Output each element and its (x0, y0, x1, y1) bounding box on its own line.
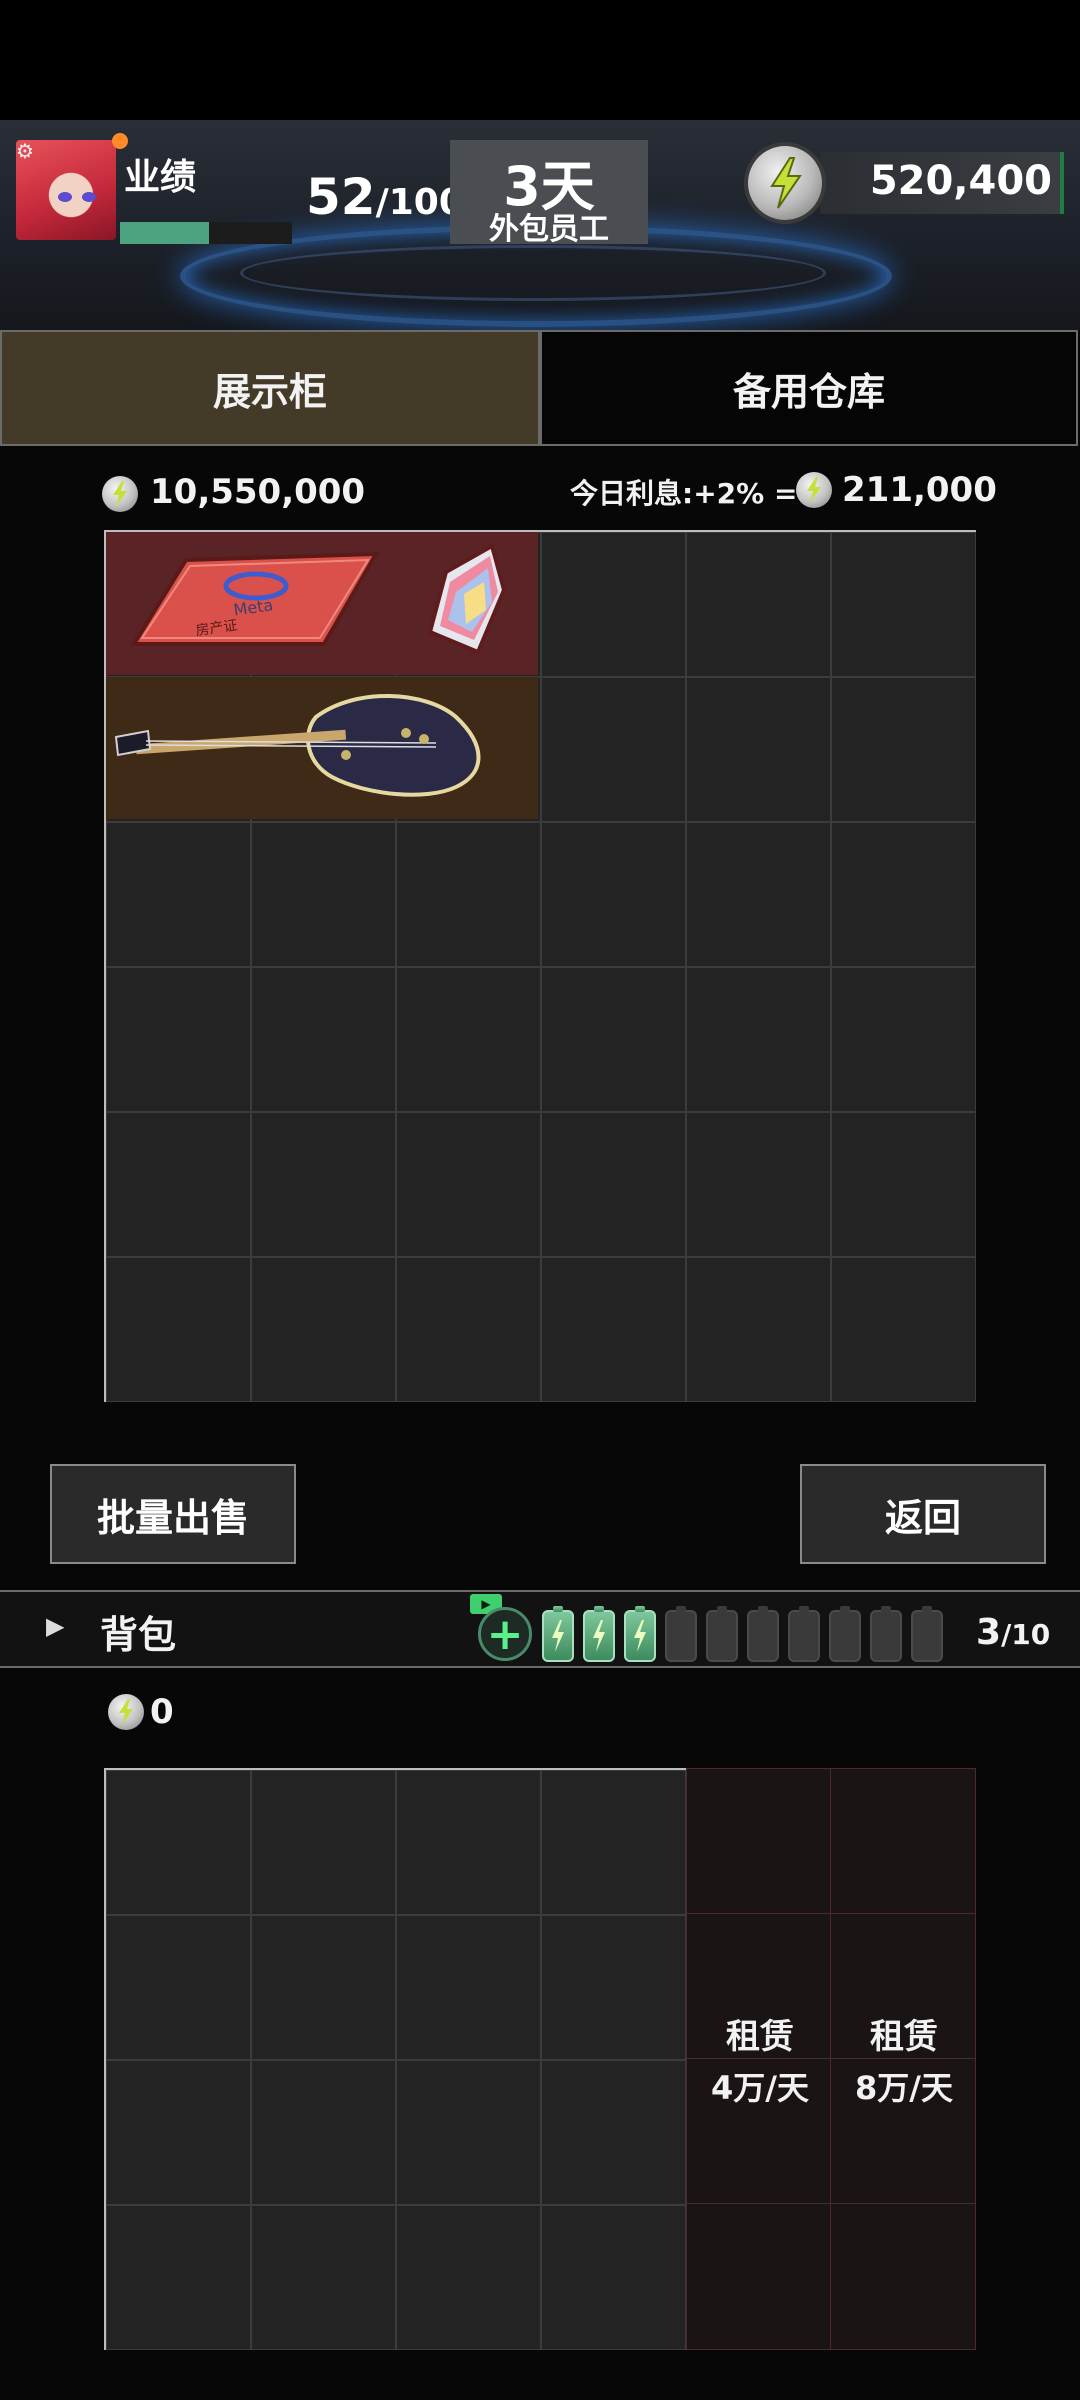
cabinet-total-value: 10,550,000 (150, 472, 366, 512)
bag-count-current: 3 (976, 1612, 1002, 1653)
settings-icon[interactable]: ⚙ (16, 140, 38, 162)
grid-cell[interactable] (251, 2205, 396, 2350)
grid-cell[interactable] (686, 677, 831, 822)
grid-cell[interactable] (251, 1257, 396, 1402)
grid-cell[interactable] (251, 967, 396, 1112)
grid-cell[interactable] (686, 967, 831, 1112)
grid-cell[interactable] (396, 822, 541, 967)
rent-price: 4万/天 (711, 2069, 809, 2107)
grid-cell[interactable] (686, 1112, 831, 1257)
grid-cell[interactable] (541, 1112, 686, 1257)
grid-cell[interactable] (106, 1915, 251, 2060)
battery-icon (747, 1606, 779, 1662)
battery-icon (788, 1606, 820, 1662)
grid-cell[interactable] (541, 1770, 686, 1915)
grid-cell[interactable] (541, 1257, 686, 1402)
grid-cell[interactable] (106, 1257, 251, 1402)
grid-cell[interactable] (251, 822, 396, 967)
item-crystal[interactable] (394, 532, 538, 675)
battery-icon (624, 1606, 656, 1662)
status-bar-area (0, 0, 1080, 120)
back-button[interactable]: 返回 (800, 1464, 1046, 1564)
grid-cell[interactable] (541, 2205, 686, 2350)
rent-label: 租赁 (870, 2017, 938, 2057)
bulk-sell-button[interactable]: 批量出售 (50, 1464, 296, 1564)
lightning-coin-icon (102, 476, 138, 512)
avatar-eye (82, 192, 96, 202)
grid-cell[interactable] (541, 677, 686, 822)
performance-label: 业绩 (124, 157, 197, 198)
lightning-coin-icon (796, 472, 832, 508)
lightning-coin-icon (108, 1694, 144, 1730)
grid-cell[interactable] (251, 1770, 396, 1915)
days-badge: 3天 外包员工 (450, 140, 648, 247)
grid-cell[interactable] (396, 1112, 541, 1257)
battery-icon (706, 1606, 738, 1662)
grid-cell[interactable] (541, 967, 686, 1112)
grid-cell[interactable] (396, 1915, 541, 2060)
battery-icon (542, 1606, 574, 1662)
grid-cell[interactable] (396, 2060, 541, 2205)
tab-spare-warehouse[interactable]: 备用仓库 (540, 330, 1078, 446)
rent-slot-8w[interactable]: 租赁 8万/天 (830, 1768, 976, 2350)
interest-value: 211,000 (842, 470, 997, 510)
rent-label: 租赁 (726, 2017, 794, 2057)
avatar-eye (58, 192, 72, 202)
grid-cell[interactable] (396, 1770, 541, 1915)
battery-icon (870, 1606, 902, 1662)
notification-dot (112, 133, 128, 149)
grid-cell[interactable] (541, 532, 686, 677)
grid-cell[interactable] (831, 1257, 976, 1402)
rent-price: 8万/天 (855, 2069, 953, 2107)
job-title: 外包员工 (489, 212, 609, 247)
grid-cell[interactable] (251, 2060, 396, 2205)
add-icon[interactable]: + (478, 1607, 532, 1661)
grid-cell[interactable] (686, 822, 831, 967)
grid-cell[interactable] (541, 2060, 686, 2205)
lightning-coin-icon (748, 146, 822, 220)
bag-title: 背包 (100, 1613, 177, 1657)
grid-cell[interactable] (106, 1112, 251, 1257)
hud-ring-inner (240, 245, 826, 301)
grid-cell[interactable] (106, 967, 251, 1112)
performance-value: 52/100 (306, 168, 464, 226)
bag-count-max: /10 (1001, 1618, 1051, 1651)
grid-cell[interactable] (106, 2205, 251, 2350)
expand-arrow-icon[interactable]: ▶ (46, 1612, 64, 1640)
grid-cell[interactable] (831, 967, 976, 1112)
rent-slot-4w[interactable]: 租赁 4万/天 (686, 1768, 832, 2350)
item-guitar[interactable] (106, 677, 538, 819)
grid-cell[interactable] (251, 1112, 396, 1257)
grid-cell[interactable] (106, 2060, 251, 2205)
money-value: 520,400 (869, 158, 1052, 204)
battery-icon (911, 1606, 943, 1662)
grid-cell[interactable] (251, 1915, 396, 2060)
money-display: 520,400 (820, 152, 1064, 214)
grid-cell[interactable] (396, 967, 541, 1112)
grid-cell[interactable] (686, 1257, 831, 1402)
bag-grid (104, 1768, 686, 2350)
grid-cell[interactable] (831, 677, 976, 822)
grid-cell[interactable] (831, 822, 976, 967)
grid-cell[interactable] (831, 1112, 976, 1257)
tab-display-cabinet[interactable]: 展示柜 (0, 330, 540, 446)
grid-cell[interactable] (106, 1770, 251, 1915)
grid-cell[interactable] (396, 2205, 541, 2350)
grid-cell[interactable] (541, 822, 686, 967)
performance-bar (120, 222, 292, 244)
bag-capacity: 3/10 (976, 1612, 1050, 1653)
grid-cell[interactable] (541, 1915, 686, 2060)
grid-cell[interactable] (396, 1257, 541, 1402)
item-property-deed[interactable]: Meta 房产证 (106, 532, 394, 675)
grid-cell[interactable] (106, 822, 251, 967)
bag-total-value: 0 (150, 1692, 174, 1732)
performance-bar-fill (120, 222, 210, 244)
battery-icon (665, 1606, 697, 1662)
battery-icon (829, 1606, 861, 1662)
battery-icon (583, 1606, 615, 1662)
performance-current: 52 (306, 168, 376, 226)
interest-label: 今日利息:+2% = (570, 477, 798, 510)
grid-cell[interactable] (831, 532, 976, 677)
grid-cell[interactable] (686, 532, 831, 677)
